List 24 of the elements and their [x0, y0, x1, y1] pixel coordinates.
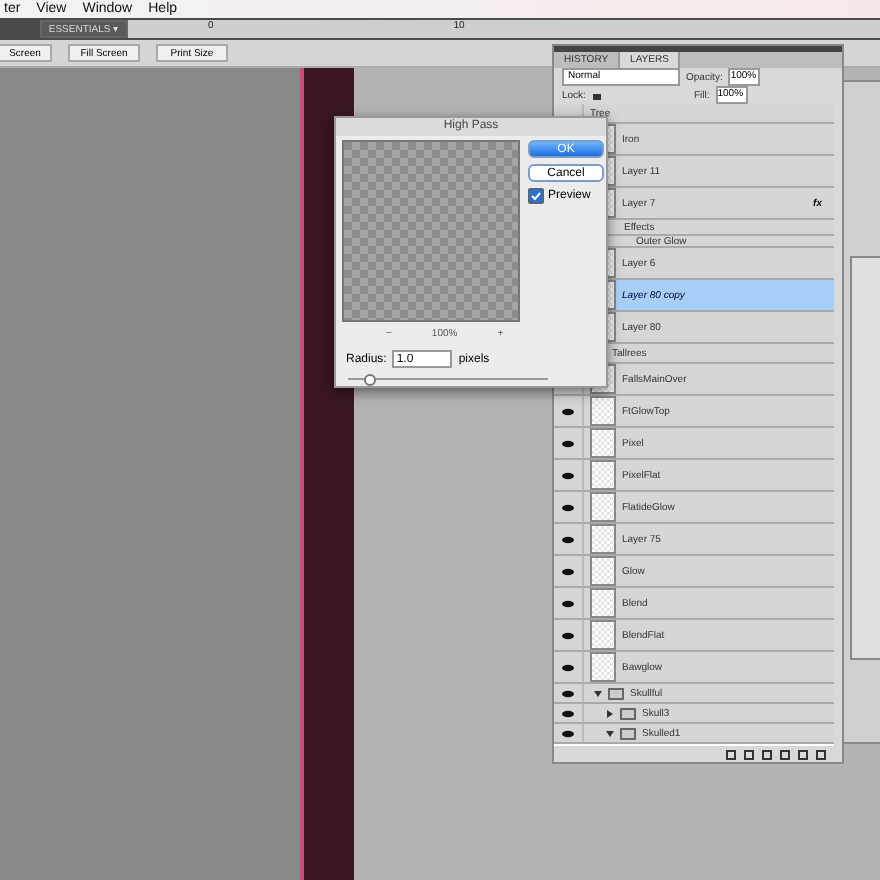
eye-icon[interactable]: [562, 663, 574, 671]
layer-thumbnail: [590, 652, 616, 682]
eye-icon[interactable]: [562, 503, 574, 511]
eye-icon[interactable]: [562, 631, 574, 639]
layer-thumbnail: [590, 588, 616, 618]
eye-icon[interactable]: [562, 535, 574, 543]
disclosure-icon[interactable]: [606, 729, 614, 737]
eye-icon[interactable]: [562, 407, 574, 415]
layer-thumbnail: [590, 556, 616, 586]
preview-checkbox[interactable]: [528, 188, 544, 204]
eye-icon[interactable]: [562, 471, 574, 479]
layer-thumbnail: [590, 524, 616, 554]
layer-thumbnail: [590, 620, 616, 650]
layer-thumbnail: [590, 396, 616, 426]
layer-thumbnail: [590, 428, 616, 458]
disclosure-icon[interactable]: [606, 709, 614, 717]
eye-icon[interactable]: [562, 599, 574, 607]
disclosure-icon[interactable]: [594, 689, 602, 697]
check-icon: [530, 190, 542, 202]
eye-icon[interactable]: [562, 567, 574, 575]
layer-thumbnail: [590, 460, 616, 490]
eye-icon[interactable]: [562, 439, 574, 447]
lock-icon[interactable]: [591, 90, 602, 100]
layer-thumbnail: [590, 492, 616, 522]
